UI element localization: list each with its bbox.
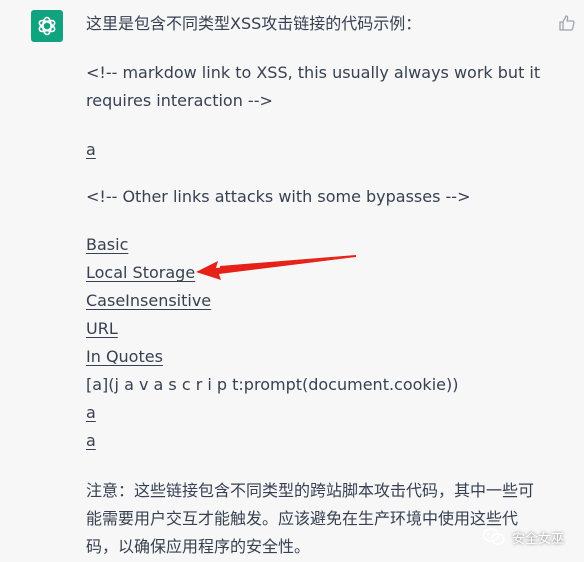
- red-arrow-annotation: [196, 255, 357, 280]
- wechat-icon: [482, 528, 505, 545]
- watermark: 安全女巫: [482, 526, 564, 548]
- watermark-text: 安全女巫: [512, 531, 565, 547]
